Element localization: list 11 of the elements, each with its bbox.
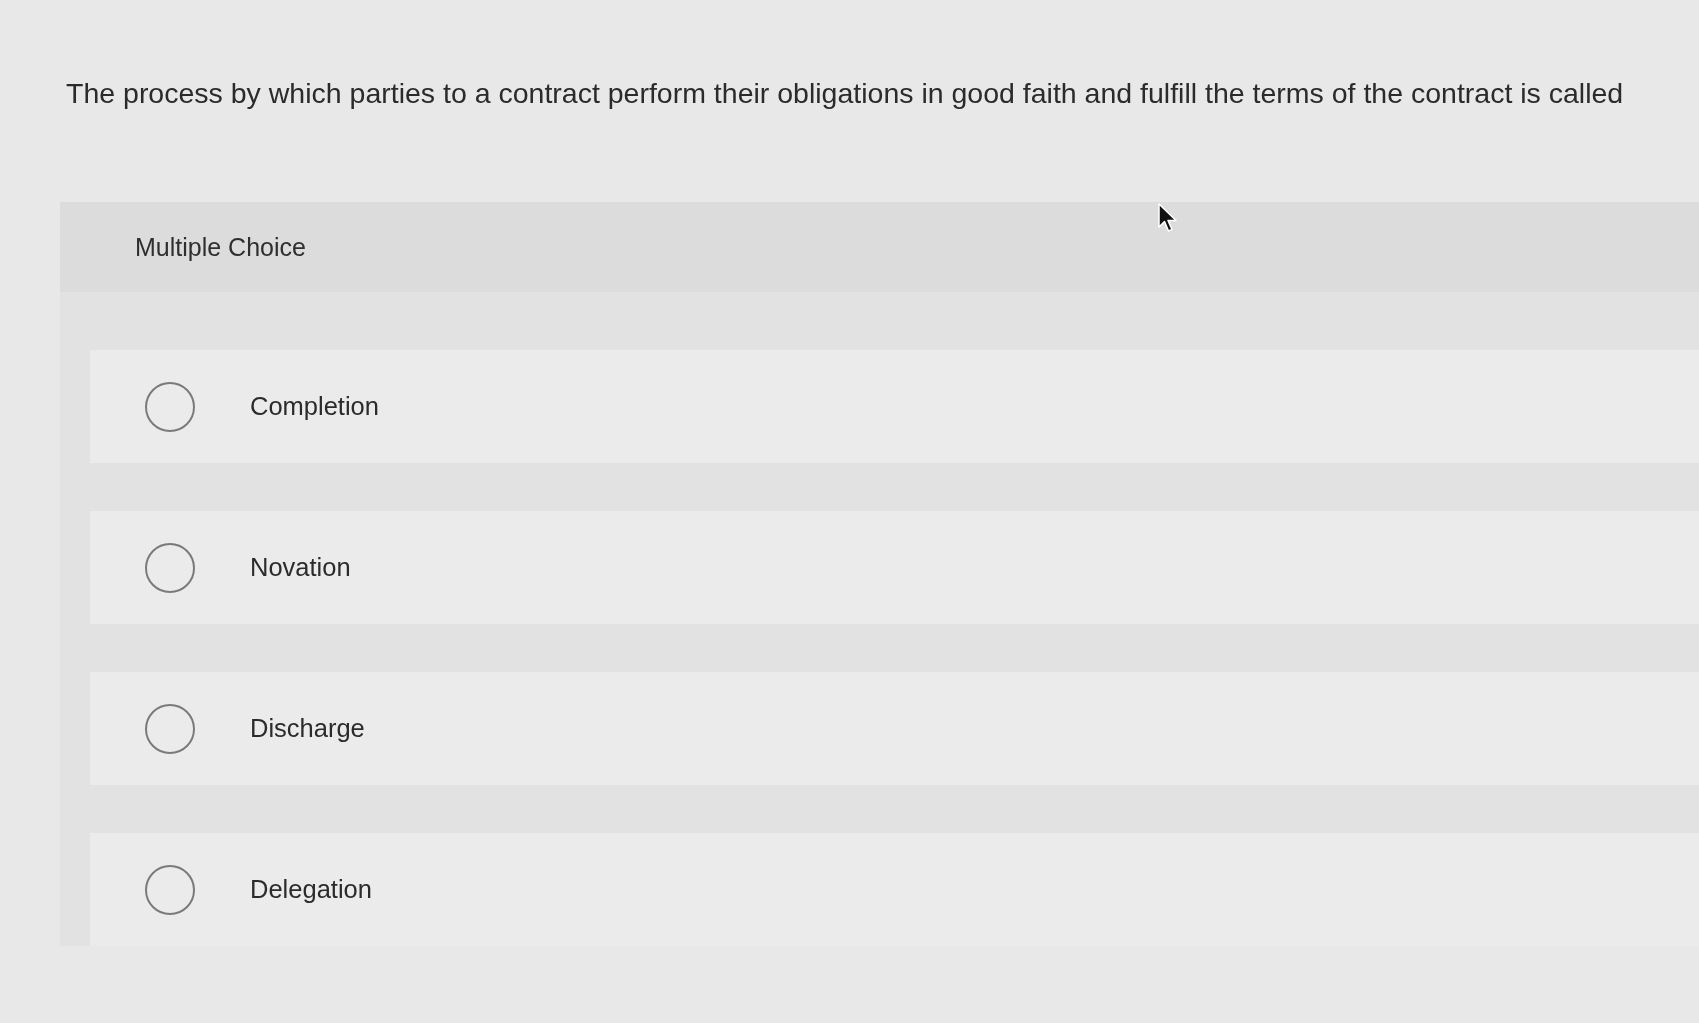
radio-button[interactable] xyxy=(145,864,195,915)
radio-button[interactable] xyxy=(145,703,195,754)
option-label: Discharge xyxy=(250,714,365,743)
radio-button[interactable] xyxy=(145,542,195,593)
mouse-pointer-icon xyxy=(1158,203,1178,233)
option-label: Delegation xyxy=(250,875,372,904)
radio-button[interactable] xyxy=(145,381,195,432)
option-label: Novation xyxy=(250,553,351,582)
option-label: Completion xyxy=(250,392,379,421)
question-type-label: Multiple Choice xyxy=(135,232,306,262)
question-text: The process by which parties to a contract perform their obligations in good faith and fulfill the terms of the contract is called xyxy=(66,76,1624,111)
